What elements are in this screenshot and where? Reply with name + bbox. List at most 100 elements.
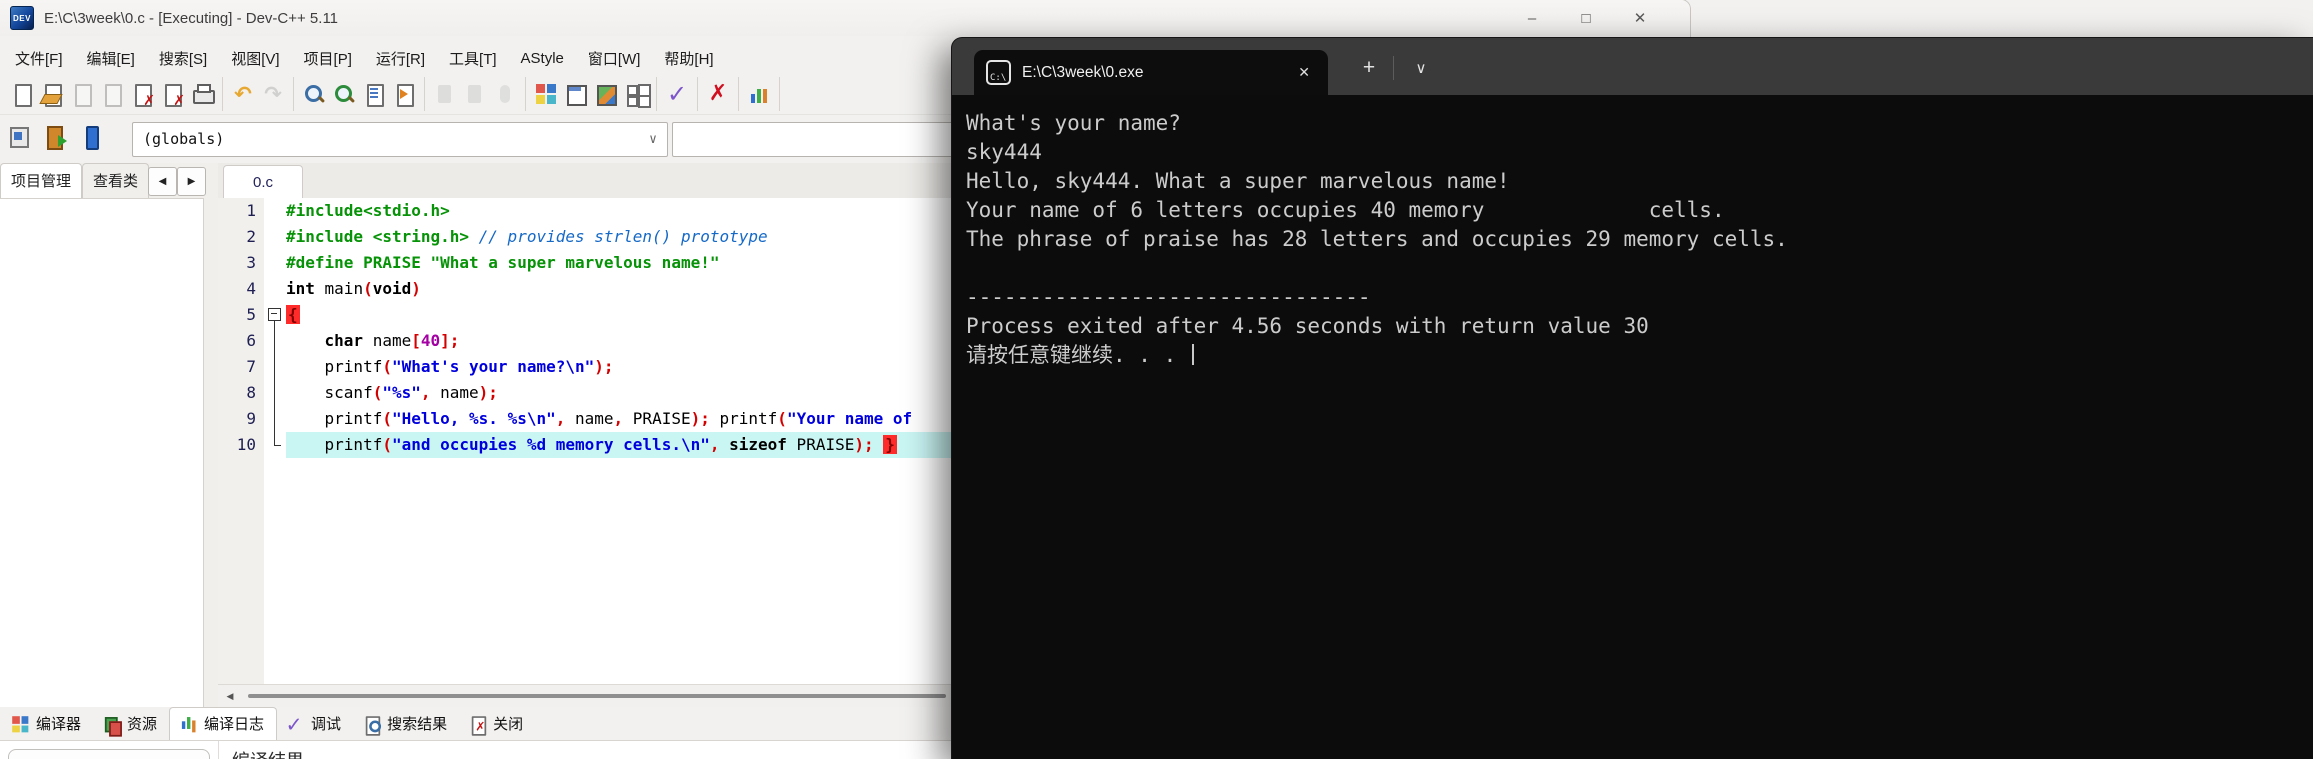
editor-tab-0c[interactable]: 0.c: [223, 165, 303, 199]
dock-tab-label: 调试: [311, 715, 342, 733]
code-line[interactable]: 6 char name[40];: [218, 328, 952, 354]
project-panel[interactable]: [0, 198, 204, 759]
undo-icon[interactable]: ↶: [230, 81, 256, 107]
hscroll-thumb[interactable]: [248, 694, 946, 698]
console-output[interactable]: What's your name? sky444 Hello, sky444. Wh…: [952, 95, 2313, 759]
menu-help[interactable]: 帮助[H]: [653, 45, 724, 72]
print-icon[interactable]: [189, 81, 215, 107]
tab-dropdown-icon[interactable]: ∨: [1404, 52, 1438, 84]
grid-icon[interactable]: [623, 81, 649, 107]
code-line[interactable]: 7 printf("What's your name?\n");: [218, 354, 952, 380]
search-results-icon[interactable]: [361, 714, 382, 736]
console-titlebar[interactable]: C:\ E:\C\3week\0.exe ✕ + ∨: [952, 38, 2313, 95]
dock-tab-close[interactable]: 关闭: [459, 708, 535, 740]
window-icon[interactable]: [563, 81, 589, 107]
code-line[interactable]: 4 int main(void): [218, 276, 952, 302]
cmd-icon: C:\: [986, 60, 1011, 85]
menu-search[interactable]: 搜索[S]: [148, 45, 218, 72]
goto-line-icon[interactable]: [391, 81, 417, 107]
code-token: #include <string.h>: [286, 227, 479, 246]
menu-tools[interactable]: 工具[T]: [438, 45, 508, 72]
toolbar-group-7: [739, 77, 780, 111]
menu-edit[interactable]: 编辑[E]: [76, 45, 146, 72]
code-token: ,: [709, 435, 730, 454]
member-combobox[interactable]: [672, 122, 966, 157]
pause-icon: [492, 81, 518, 107]
code-line[interactable]: 8 scanf("%s", name);: [218, 380, 952, 406]
insert-icon[interactable]: [42, 123, 68, 150]
dock-tab-compile-log[interactable]: 编译日志: [169, 707, 278, 740]
profile-icon[interactable]: [746, 81, 772, 107]
fold-guide: [264, 406, 286, 432]
menu-view[interactable]: 视图[V]: [220, 45, 290, 72]
close-icon[interactable]: ✕: [1292, 62, 1316, 83]
stop-icon[interactable]: ✗: [705, 81, 731, 107]
tab-project-manager[interactable]: 项目管理: [0, 163, 83, 198]
code-token: (: [372, 383, 383, 402]
menu-window[interactable]: 窗口[W]: [577, 45, 652, 72]
devcpp-titlebar[interactable]: DEV E:\C\3week\0.c - [Executing] - Dev-C…: [0, 0, 1690, 36]
globals-combobox[interactable]: (globals) ∨: [132, 122, 668, 157]
log-icon[interactable]: [177, 713, 197, 733]
console-line: Process exited after 4.56 seconds with r…: [966, 314, 1649, 338]
open-file-icon[interactable]: [39, 81, 65, 107]
code-line[interactable]: 10 printf("and occupies %d memory cells.…: [218, 432, 952, 458]
close-button[interactable]: ✕: [1630, 9, 1650, 27]
console-tab[interactable]: C:\ E:\C\3week\0.exe ✕: [974, 50, 1328, 95]
code-line[interactable]: 5{: [218, 302, 952, 328]
close-log-icon[interactable]: [467, 714, 487, 736]
devcpp-window-controls: – □ ✕: [1522, 0, 1650, 36]
resources-icon[interactable]: [101, 714, 122, 737]
replace-icon[interactable]: [361, 81, 387, 107]
editor-hscrollbar[interactable]: ◀: [218, 684, 952, 707]
tab-scroll-right-icon[interactable]: ▶: [177, 167, 206, 196]
close-all-icon[interactable]: [159, 81, 185, 109]
code-line[interactable]: 2 #include <string.h> // provides strlen(…: [218, 224, 952, 250]
tab-scroll-left-icon[interactable]: ◀: [148, 167, 177, 196]
new-file-icon[interactable]: [9, 81, 35, 107]
code-editor[interactable]: 1 #include<stdio.h> 2 #include <string.h> /…: [218, 198, 952, 684]
compile-check-icon[interactable]: ✓: [664, 81, 690, 107]
console-line: --------------------------------: [966, 285, 1371, 309]
compile-log-divider: [218, 741, 219, 759]
dock-tab-resources[interactable]: 资源: [93, 708, 169, 740]
project-options-icon[interactable]: [593, 81, 619, 107]
minimize-button[interactable]: –: [1522, 10, 1542, 27]
dock-tab-debug[interactable]: ✓ 调试: [277, 708, 353, 740]
dock-tab-label: 编译日志: [204, 715, 265, 733]
find-in-files-icon[interactable]: [331, 81, 357, 107]
hscroll-left-icon[interactable]: ◀: [220, 687, 240, 705]
fold-toggle-icon[interactable]: [264, 302, 286, 328]
close-file-icon[interactable]: [129, 81, 155, 109]
code-token: "Your name of: [786, 409, 913, 428]
dock-tab-search-results[interactable]: 搜索结果: [353, 708, 459, 740]
debug-icon[interactable]: ✓: [285, 714, 304, 736]
menu-run[interactable]: 运行[R]: [365, 45, 436, 72]
menu-astyle[interactable]: AStyle: [510, 47, 575, 70]
fold-guide: [264, 224, 286, 250]
new-tab-button[interactable]: +: [1352, 52, 1386, 84]
panel-splitter[interactable]: [204, 198, 218, 759]
code-token: printf: [286, 435, 383, 454]
menu-bar: 文件[F] 编辑[E] 搜索[S] 视图[V] 项目[P] 运行[R] 工具[T] AStyl…: [0, 44, 725, 72]
dock-tab-label: 搜索结果: [387, 715, 448, 733]
compiler-icon[interactable]: [9, 713, 29, 733]
maximize-button[interactable]: □: [1576, 10, 1596, 27]
chevron-down-icon[interactable]: ∨: [649, 123, 657, 156]
find-icon[interactable]: [301, 81, 327, 107]
code-line[interactable]: 1 #include<stdio.h>: [218, 198, 952, 224]
code-line[interactable]: 9 printf("Hello, %s. %s\n", name, PRAISE…: [218, 406, 952, 432]
dock-tab-compiler[interactable]: 编译器: [2, 708, 93, 740]
code-token: #include<stdio.h>: [286, 201, 450, 220]
menu-file[interactable]: 文件[F]: [4, 45, 74, 72]
code-text: #include<stdio.h>: [286, 198, 952, 224]
menu-project[interactable]: 项目[P]: [293, 45, 363, 72]
code-line[interactable]: 3 #define PRAISE "What a super marvelous …: [218, 250, 952, 276]
tab-class-view[interactable]: 查看类: [82, 163, 150, 198]
new-project-icon[interactable]: [533, 81, 559, 107]
bookmark-icon[interactable]: [78, 123, 104, 150]
goto-definition-icon[interactable]: [6, 123, 32, 149]
line-number: 9: [246, 409, 256, 428]
line-number: 2: [246, 227, 256, 246]
